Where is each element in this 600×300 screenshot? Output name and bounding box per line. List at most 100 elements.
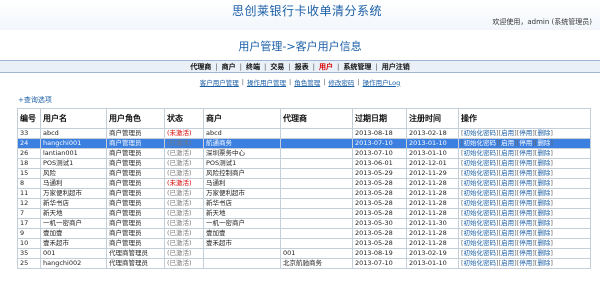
nav-item-7[interactable]: 用户注销	[378, 62, 414, 72]
row-agent	[280, 208, 353, 219]
action-link-0[interactable]: 初始化密码	[464, 260, 497, 268]
table-row[interactable]: 7 新天地 商户管理员 (已激活) 新天地 2013-05-28 2012-11-28 [初始…	[17, 208, 591, 219]
row-merchant: 新天地	[203, 208, 281, 219]
action-link-3[interactable]: 删除	[537, 170, 550, 178]
table-row[interactable]: 12 新华书店 商户管理员 (已激活) 新华书店 2013-05-28 2012-11-28…	[17, 198, 591, 209]
subnav-item-1[interactable]: 操作用户管理	[244, 77, 289, 87]
action-link-3[interactable]: 删除	[537, 150, 550, 158]
row-role: 代理商管理员	[106, 248, 165, 259]
nav-item-4[interactable]: 报表	[291, 62, 313, 72]
table-row[interactable]: 24 hangchi001 商户管理员 (已激活) 航通商务 2013-07-10 2013…	[17, 138, 591, 149]
action-link-3[interactable]: 删除	[537, 250, 550, 258]
action-link-3[interactable]: 删除	[537, 190, 550, 198]
action-link-0[interactable]: 初始化密码	[464, 160, 497, 168]
status-badge: (已激活)	[167, 229, 192, 238]
action-link-1[interactable]: 启用	[501, 190, 514, 198]
action-link-2[interactable]: 停用	[519, 230, 532, 238]
action-link-2[interactable]: 停用	[519, 130, 532, 138]
action-link-2[interactable]: 停用	[519, 150, 532, 158]
table-row[interactable]: 35 001 代理商管理员 (已激活) 001 2013-08-19 2013-02-19[…	[17, 248, 591, 259]
action-link-2[interactable]: 停用	[519, 180, 532, 188]
action-link-2[interactable]: 停用	[519, 140, 532, 148]
action-link-0[interactable]: 初始化密码	[464, 240, 497, 248]
action-link-2[interactable]: 停用	[519, 210, 532, 218]
table-row[interactable]: 9 壹加壹 商户管理员 (已激活) 壹加壹 2013-05-28 2012-11-28 [初始…	[17, 228, 591, 239]
action-link-1[interactable]: 启用	[501, 200, 514, 208]
action-link-0[interactable]: 初始化密码	[464, 140, 497, 148]
action-link-0[interactable]: 初始化密码	[464, 180, 497, 188]
table-row[interactable]: 26 lantian001 商户管理员 (已激活) 深圳票务中心 2013-07-10 20…	[17, 148, 591, 159]
action-bracket: ]	[550, 239, 553, 248]
action-link-1[interactable]: 启用	[501, 220, 514, 228]
column-header-5: 代理商	[280, 108, 353, 129]
subnav-item-0[interactable]: 客户用户管理	[197, 77, 242, 87]
action-link-1[interactable]: 启用	[501, 160, 514, 168]
table-row[interactable]: 11 万家便利超市 商户管理员 (已激活) 万家便利超市 2013-05-28 2012-1…	[17, 188, 591, 199]
table-row[interactable]: 25 hangchi002 代理商管理员 (已激活) 北京航驰商务 2013-07-10 2…	[17, 258, 591, 269]
action-link-3[interactable]: 删除	[537, 210, 550, 218]
system-title: 思创莱银行卡收单清分系统	[232, 4, 383, 18]
table-row[interactable]: 17 一机一密商户 商户管理员 (已激活) 一机一密商户 2013-05-30 2012-1…	[17, 218, 591, 229]
nav-item-1[interactable]: 商户	[218, 62, 240, 72]
action-link-2[interactable]: 停用	[519, 240, 532, 248]
action-link-3[interactable]: 删除	[537, 220, 550, 228]
action-link-3[interactable]: 删除	[537, 240, 550, 248]
action-link-2[interactable]: 停用	[519, 190, 532, 198]
nav-item-3[interactable]: 交易	[266, 62, 288, 72]
action-link-1[interactable]: 启用	[501, 140, 514, 148]
action-link-0[interactable]: 初始化密码	[464, 220, 497, 228]
action-link-1[interactable]: 启用	[501, 260, 514, 268]
action-link-0[interactable]: 初始化密码	[464, 170, 497, 178]
row-username: 万家便利超市	[40, 188, 107, 199]
action-link-2[interactable]: 停用	[519, 170, 532, 178]
action-link-0[interactable]: 初始化密码	[464, 210, 497, 218]
query-options-link[interactable]: +查询选项	[18, 95, 52, 105]
row-expire-date: 2013-05-28	[352, 208, 407, 219]
row-actions: [初始化密码][启用][停用][删除]	[458, 188, 591, 199]
action-link-1[interactable]: 启用	[501, 230, 514, 238]
action-link-1[interactable]: 启用	[501, 150, 514, 158]
table-row[interactable]: 10 壹禾超市 商户管理员 (已激活) 壹禾超市 2013-05-28 2012-11-28…	[17, 238, 591, 249]
subnav-item-4[interactable]: 操作用户Log	[360, 77, 404, 87]
table-row[interactable]: 8 马通利 商户管理员 (未激活) 马通利 2013-05-28 2012-11-28 [初始…	[17, 178, 591, 189]
action-link-0[interactable]: 初始化密码	[464, 250, 497, 258]
action-link-1[interactable]: 启用	[501, 170, 514, 178]
action-link-3[interactable]: 删除	[537, 180, 550, 188]
action-link-3[interactable]: 删除	[537, 200, 550, 208]
table-row[interactable]: 18 POS测试1 商户管理员 (已激活) POS测试1 2013-06-01 2012-1…	[17, 158, 591, 169]
row-id: 11	[17, 188, 41, 199]
action-link-0[interactable]: 初始化密码	[464, 130, 497, 138]
row-id: 35	[17, 248, 41, 259]
action-link-3[interactable]: 删除	[537, 260, 550, 268]
sub-nav: 客户用户管理 | 操作用户管理 | 角色管理 | 修改密码 | 操作用户Log	[0, 76, 600, 87]
table-row[interactable]: 33 abcd 商户管理员 (未激活) abcd 2013-08-18 2013-02-18…	[17, 128, 591, 139]
action-link-3[interactable]: 删除	[537, 140, 550, 148]
action-link-3[interactable]: 删除	[537, 130, 550, 138]
nav-item-0[interactable]: 代理商	[186, 62, 215, 72]
action-link-0[interactable]: 初始化密码	[464, 200, 497, 208]
action-link-0[interactable]: 初始化密码	[464, 150, 497, 158]
action-link-2[interactable]: 停用	[519, 250, 532, 258]
row-actions: [初始化密码][启用][停用][删除]	[458, 228, 591, 239]
action-link-0[interactable]: 初始化密码	[464, 190, 497, 198]
action-link-3[interactable]: 删除	[537, 160, 550, 168]
action-link-3[interactable]: 删除	[537, 230, 550, 238]
action-link-2[interactable]: 停用	[519, 260, 532, 268]
subnav-item-2[interactable]: 角色管理	[291, 77, 323, 87]
action-link-1[interactable]: 启用	[501, 240, 514, 248]
welcome-text: 欢迎使用，admin (系统管理员)	[492, 18, 592, 26]
nav-item-2[interactable]: 终端	[242, 62, 264, 72]
action-link-1[interactable]: 启用	[501, 250, 514, 258]
action-link-1[interactable]: 启用	[501, 210, 514, 218]
nav-item-5[interactable]: 用户	[315, 62, 337, 72]
row-merchant: 一机一密商户	[203, 218, 281, 229]
table-row[interactable]: 15 风险 商户管理员 (已激活) 风险控制商户 2013-05-29 2012-11-29…	[17, 168, 591, 179]
action-link-2[interactable]: 停用	[519, 200, 532, 208]
action-link-0[interactable]: 初始化密码	[464, 230, 497, 238]
subnav-item-3[interactable]: 修改密码	[325, 77, 357, 87]
action-link-1[interactable]: 启用	[501, 130, 514, 138]
action-link-1[interactable]: 启用	[501, 180, 514, 188]
action-link-2[interactable]: 停用	[519, 160, 532, 168]
action-link-2[interactable]: 停用	[519, 220, 532, 228]
nav-item-6[interactable]: 系统管理	[339, 62, 375, 72]
